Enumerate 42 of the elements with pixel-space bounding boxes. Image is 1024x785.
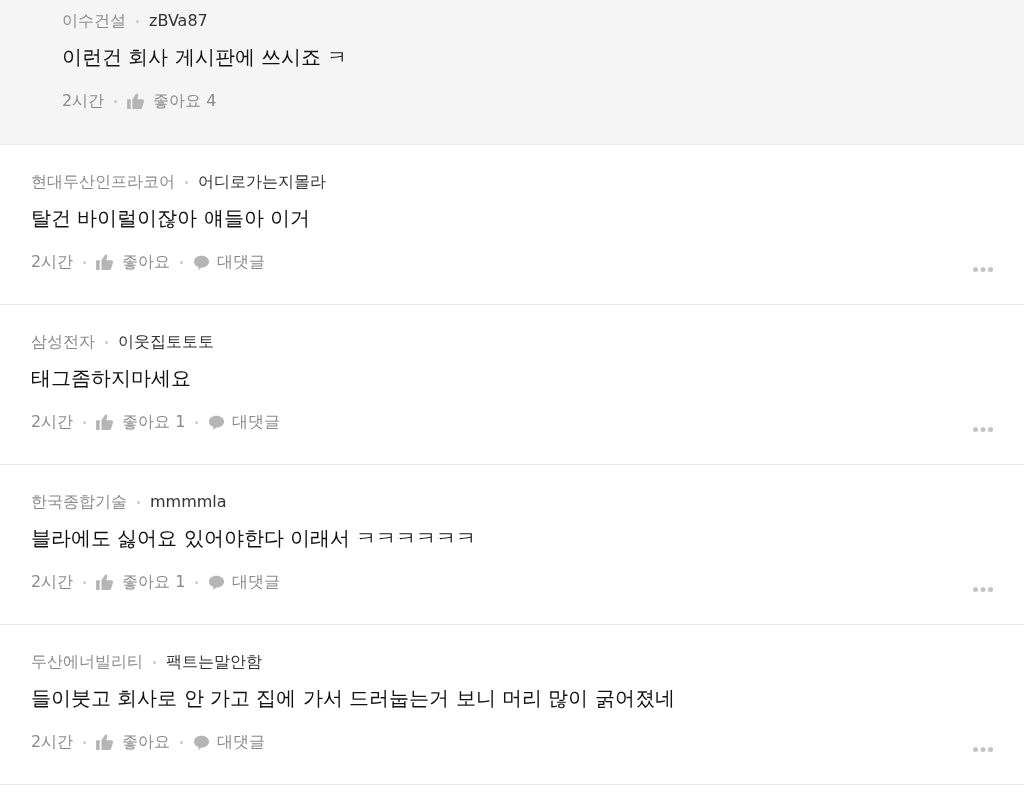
thumbs-up-icon [96,574,115,590]
author-name: zBVa87 [149,10,208,32]
comment-text: 블라에도 싫어요 있어야한다 이래서 ㅋㅋㅋㅋㅋㅋ [31,525,477,552]
author-name: 이웃집토토토 [118,331,214,353]
reply-button[interactable]: 대댓글 [208,570,281,594]
thumbs-up-icon [127,93,146,109]
more-options-icon[interactable] [973,426,993,432]
more-options-icon[interactable] [973,586,993,592]
like-button[interactable]: 좋아요 4 [127,89,217,113]
like-button[interactable]: 좋아요 [96,730,171,754]
reply-button[interactable]: 대댓글 [208,410,281,434]
comment-time: 2시간 [62,90,105,112]
comment-text: 들이붓고 회사로 안 가고 집에 가서 드러눕는거 보니 머리 많이 굵어졌네 [31,685,675,712]
comment-time: 2시간 [31,251,74,273]
company-name: 이수건설 [62,10,126,32]
like-button[interactable]: 좋아요 1 [96,410,186,434]
comment-time: 2시간 [31,411,74,433]
speech-bubble-icon [193,254,211,270]
author-name: mmmmla [150,491,227,513]
speech-bubble-icon [208,414,226,430]
company-name: 두산에너빌리티 [31,651,143,673]
more-options-icon[interactable] [973,746,993,752]
comment-text: 탈건 바이럴이잖아 얘들아 이거 [31,205,311,232]
thumbs-up-icon [96,734,115,750]
thumbs-up-icon [96,254,115,270]
company-name: 삼성전자 [31,331,95,353]
thumbs-up-icon [96,414,115,430]
like-button[interactable]: 좋아요 [96,250,171,274]
comment-text: 태그좀하지마세요 [31,365,191,392]
speech-bubble-icon [208,574,226,590]
author-name: 팩트는말안함 [166,651,262,673]
comment-text: 이런건 회사 게시판에 쓰시죠 ㅋ [62,44,348,71]
comment-time: 2시간 [31,571,74,593]
company-name: 한국종합기술 [31,491,127,513]
author-name: 어디로가는지몰라 [198,171,326,193]
reply-button[interactable]: 대댓글 [193,250,266,274]
company-name: 현대두산인프라코어 [31,171,175,193]
speech-bubble-icon [193,734,211,750]
reply-button[interactable]: 대댓글 [193,730,266,754]
like-button[interactable]: 좋아요 1 [96,570,186,594]
more-options-icon[interactable] [973,266,993,272]
comment-time: 2시간 [31,731,74,753]
